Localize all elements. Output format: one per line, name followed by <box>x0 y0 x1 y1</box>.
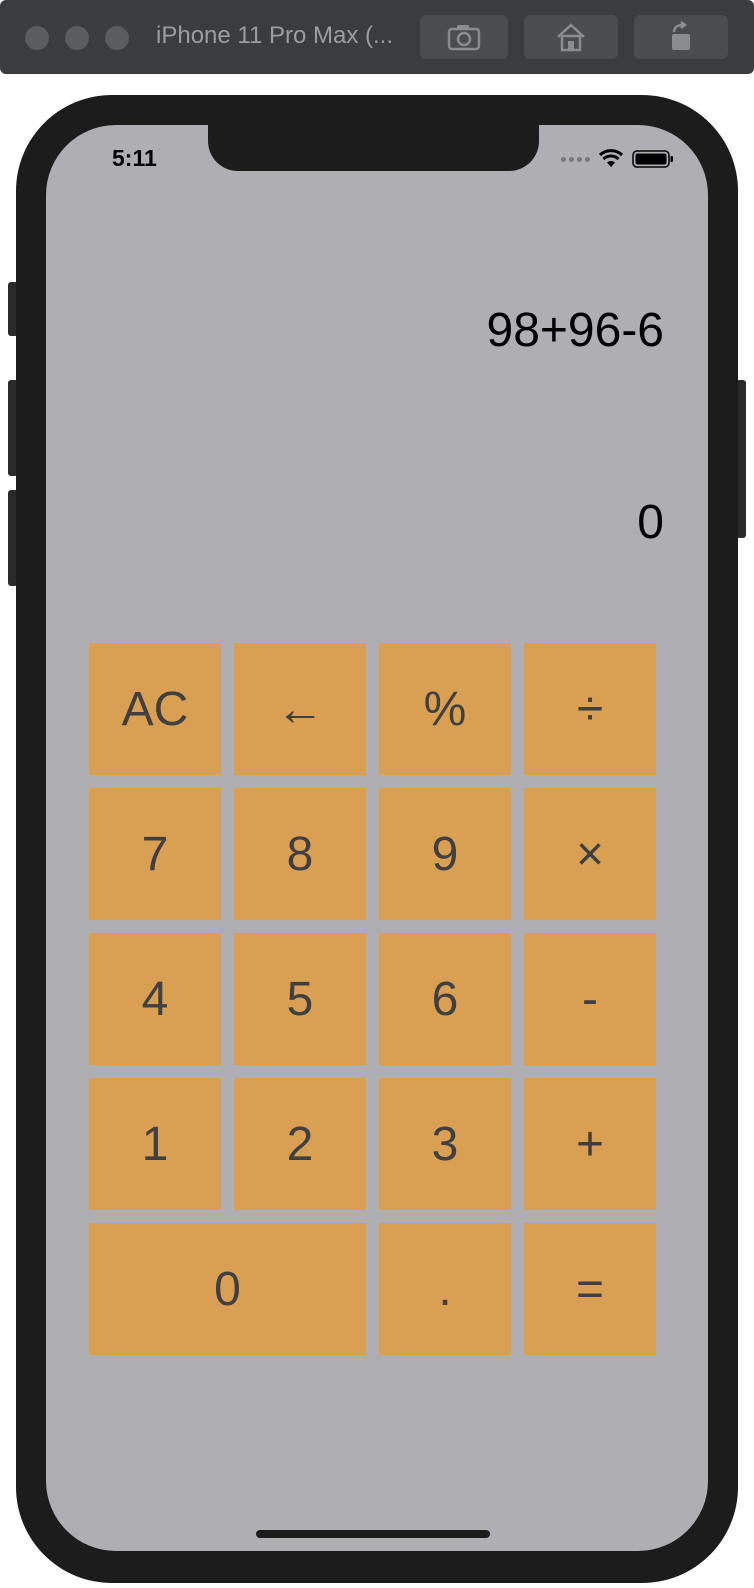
status-time: 5:11 <box>112 145 157 171</box>
key-1[interactable]: 1 <box>89 1078 221 1210</box>
simulator-title: iPhone 11 Pro Max (... <box>156 22 393 49</box>
key-ac[interactable]: AC <box>89 643 221 775</box>
home-button[interactable] <box>524 15 618 59</box>
notch <box>208 125 539 171</box>
signal-icon <box>561 156 590 162</box>
simulator-toolbar: iPhone 11 Pro Max (... <box>0 0 754 74</box>
key-backspace[interactable]: ← <box>234 643 366 775</box>
zoom-window-button[interactable] <box>105 26 129 50</box>
minimize-window-button[interactable] <box>65 26 89 50</box>
rotate-icon <box>672 21 690 50</box>
key-multiply[interactable]: × <box>524 788 656 920</box>
key-0[interactable]: 0 <box>89 1223 366 1355</box>
home-indicator[interactable] <box>256 1530 490 1538</box>
rotate-button[interactable] <box>634 15 728 59</box>
key-9[interactable]: 9 <box>379 788 511 920</box>
wifi-icon <box>598 149 624 167</box>
screenshot-icon <box>447 25 481 51</box>
key-percent[interactable]: % <box>379 643 511 775</box>
key-divide[interactable]: ÷ <box>524 643 656 775</box>
key-6[interactable]: 6 <box>379 933 511 1065</box>
key-4[interactable]: 4 <box>89 933 221 1065</box>
home-icon <box>557 23 585 52</box>
key-3[interactable]: 3 <box>379 1078 511 1210</box>
expression-display: 98+96-6 <box>486 304 665 357</box>
key-minus[interactable]: - <box>524 933 656 1065</box>
key-equals[interactable]: = <box>524 1223 656 1355</box>
screenshot-button[interactable] <box>420 15 508 59</box>
phone-screen: 5:11 98+96-6 0 AC ←% ÷ 7 8 9 × 4 5 6- 1 2 3 +0. = <box>46 125 708 1551</box>
key-7[interactable]: 7 <box>89 788 221 920</box>
status-icons <box>561 149 674 169</box>
battery-icon <box>632 150 673 168</box>
key-8[interactable]: 8 <box>234 788 366 920</box>
result-display: 0 <box>637 496 664 549</box>
key-5[interactable]: 5 <box>234 933 366 1065</box>
key-plus[interactable]: + <box>524 1078 656 1210</box>
key-2[interactable]: 2 <box>234 1078 366 1210</box>
close-window-button[interactable] <box>25 26 49 50</box>
key-decimal[interactable]: . <box>379 1223 511 1355</box>
